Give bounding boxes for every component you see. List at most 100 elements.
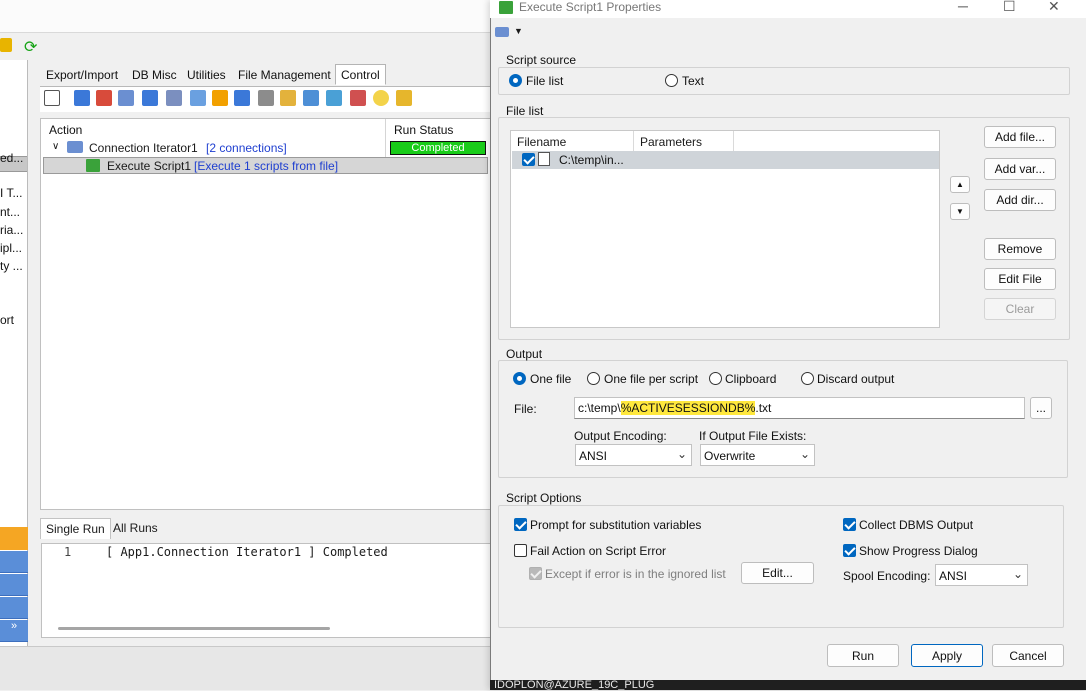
output-encoding-select[interactable]: ANSI ⌄ <box>575 444 692 466</box>
tool-icon[interactable] <box>142 90 158 106</box>
connection-iterator-icon <box>67 141 83 153</box>
radio-one-file-label[interactable]: One file <box>530 372 571 386</box>
show-progress-checkbox[interactable] <box>843 544 856 557</box>
remove-button[interactable]: Remove <box>984 238 1056 260</box>
blue-nav-button[interactable] <box>0 574 28 596</box>
collect-dbms-label[interactable]: Collect DBMS Output <box>859 518 973 532</box>
move-up-button[interactable]: ▲ <box>950 176 970 193</box>
tab-export-import[interactable]: Export/Import <box>40 64 124 85</box>
show-progress-label[interactable]: Show Progress Dialog <box>859 544 978 558</box>
radio-file-list-label[interactable]: File list <box>526 74 563 88</box>
apply-button[interactable]: Apply <box>911 644 983 667</box>
add-var-button[interactable]: Add var... <box>984 158 1056 180</box>
orange-nav-button[interactable] <box>0 527 28 550</box>
fail-action-label[interactable]: Fail Action on Script Error <box>530 544 666 558</box>
tab-control[interactable]: Control <box>335 64 386 85</box>
except-ignored-checkbox[interactable] <box>529 567 542 580</box>
close-icon[interactable]: ✕ <box>1048 0 1060 15</box>
tool-icon[interactable] <box>96 90 112 106</box>
run-button[interactable]: Run <box>827 644 899 667</box>
browse-button[interactable]: ... <box>1030 397 1052 419</box>
prompt-substitution-label[interactable]: Prompt for substitution variables <box>530 518 701 532</box>
column-filename[interactable]: Filename <box>511 131 634 151</box>
iterator-info: [2 connections] <box>206 141 287 155</box>
radio-clipboard[interactable] <box>709 372 722 385</box>
radio-one-file-per-script-label[interactable]: One file per script <box>604 372 698 386</box>
file-row-checkbox[interactable] <box>522 153 535 166</box>
tab-utilities[interactable]: Utilities <box>181 64 232 85</box>
script-options-label: Script Options <box>506 491 582 505</box>
edit-ignored-button[interactable]: Edit... <box>741 562 814 584</box>
chevron-down-icon: ⌄ <box>676 447 687 461</box>
maximize-icon[interactable]: ☐ <box>1003 0 1016 15</box>
output-file-suffix: .txt <box>755 401 772 415</box>
output-file-prefix: c:\temp\ <box>578 401 621 415</box>
collect-dbms-checkbox[interactable] <box>843 518 856 531</box>
file-icon <box>538 152 550 166</box>
sql-icon[interactable] <box>258 90 274 106</box>
fail-action-checkbox[interactable] <box>514 544 527 557</box>
tool-icon[interactable] <box>303 90 319 106</box>
left-item[interactable]: nt... <box>0 205 20 219</box>
refresh-icon[interactable]: ⟳ <box>24 37 37 57</box>
clear-button[interactable]: Clear <box>984 298 1056 320</box>
folder-arrow-icon[interactable] <box>0 38 12 52</box>
tool-icon[interactable] <box>326 90 342 106</box>
output-encoding-label: Output Encoding: <box>574 429 667 443</box>
left-item[interactable]: ria... <box>0 223 23 237</box>
expand-chevron-icon[interactable]: ∨ <box>52 141 59 152</box>
tab-single-run[interactable]: Single Run <box>40 518 111 539</box>
radio-discard-output-label[interactable]: Discard output <box>817 372 894 386</box>
comment-icon[interactable] <box>373 90 389 106</box>
minimize-icon[interactable]: ─ <box>958 0 968 14</box>
left-item[interactable]: I T... <box>0 186 22 200</box>
cancel-button[interactable]: Cancel <box>992 644 1064 667</box>
tab-all-runs[interactable]: All Runs <box>108 518 163 538</box>
iterator-icon[interactable] <box>234 90 250 106</box>
iterator-label[interactable]: Connection Iterator1 <box>89 141 198 155</box>
radio-clipboard-label[interactable]: Clipboard <box>725 372 776 386</box>
tool-icon[interactable] <box>212 90 228 106</box>
script-label[interactable]: Execute Script1 <box>107 159 191 173</box>
horizontal-scrollbar[interactable] <box>58 627 330 630</box>
more-chevron-icon[interactable]: » <box>0 620 28 642</box>
script-source-label: Script source <box>506 53 577 67</box>
connection-dropdown-icon[interactable] <box>495 27 509 37</box>
output-file-input[interactable]: c:\temp\%ACTIVESESSIONDB%.txt <box>574 397 1025 419</box>
blue-nav-button[interactable] <box>0 597 28 619</box>
radio-text[interactable] <box>665 74 678 87</box>
output-encoding-value: ANSI <box>579 449 608 463</box>
tab-db-misc[interactable]: DB Misc <box>126 64 183 85</box>
left-item[interactable]: ipl... <box>0 241 22 255</box>
tool-icon[interactable] <box>350 90 366 106</box>
radio-file-list[interactable] <box>509 74 522 87</box>
prompt-substitution-checkbox[interactable] <box>514 518 527 531</box>
tool-icon[interactable] <box>396 90 412 106</box>
add-dir-button[interactable]: Add dir... <box>984 189 1056 211</box>
radio-one-file[interactable] <box>513 372 526 385</box>
left-item[interactable]: ort <box>0 313 14 327</box>
move-down-button[interactable]: ▼ <box>950 203 970 220</box>
tab-file-management[interactable]: File Management <box>232 64 337 85</box>
add-file-button[interactable]: Add file... <box>984 126 1056 148</box>
sort-icon[interactable] <box>166 90 182 106</box>
select-cursor-icon[interactable] <box>44 90 60 106</box>
radio-text-label[interactable]: Text <box>682 74 704 88</box>
output-file-variable: %ACTIVESESSIONDB% <box>620 401 756 415</box>
tool-icon[interactable] <box>118 90 134 106</box>
left-item[interactable]: ed... <box>0 151 23 165</box>
pause-icon[interactable] <box>74 90 90 106</box>
column-parameters[interactable]: Parameters <box>634 131 734 151</box>
if-exists-select[interactable]: Overwrite ⌄ <box>700 444 815 466</box>
edit-file-button[interactable]: Edit File <box>984 268 1056 290</box>
radio-discard-output[interactable] <box>801 372 814 385</box>
left-item[interactable]: ty ... <box>0 259 23 273</box>
spool-encoding-select[interactable]: ANSI ⌄ <box>935 564 1028 586</box>
column-action: Action <box>49 123 83 137</box>
radio-one-file-per-script[interactable] <box>587 372 600 385</box>
chevron-down-icon[interactable]: ▼ <box>514 26 523 36</box>
tool-icon[interactable] <box>280 90 296 106</box>
script-source-group <box>498 67 1070 95</box>
blue-nav-button[interactable] <box>0 551 28 573</box>
tool-icon[interactable] <box>190 90 206 106</box>
